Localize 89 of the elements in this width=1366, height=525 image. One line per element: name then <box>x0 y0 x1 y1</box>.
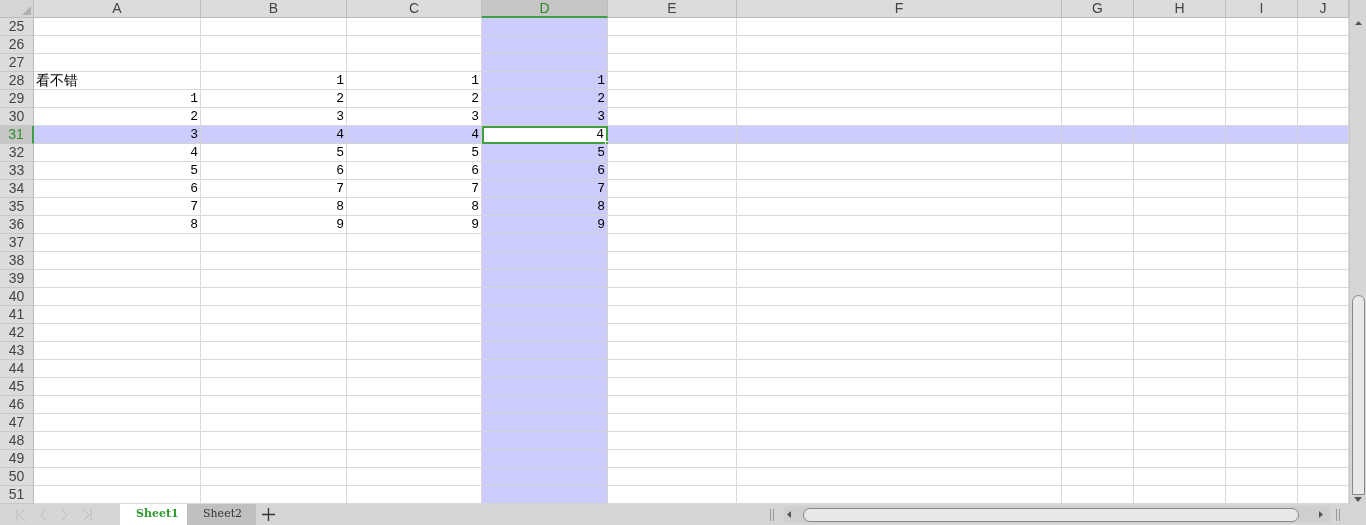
table-cell[interactable]: 9 <box>347 216 482 234</box>
add-sheet-icon[interactable] <box>262 508 275 521</box>
previous-sheet-icon[interactable] <box>40 508 47 521</box>
row-header[interactable]: 46 <box>0 396 34 414</box>
column-header[interactable]: I <box>1226 0 1298 18</box>
table-cell[interactable]: 7 <box>347 180 482 198</box>
next-sheet-icon[interactable] <box>61 508 68 521</box>
table-cell[interactable]: 1 <box>201 72 347 90</box>
column-header[interactable]: C <box>347 0 482 18</box>
table-cell[interactable]: 6 <box>482 162 608 180</box>
table-cell[interactable]: 8 <box>482 198 608 216</box>
table-cell[interactable]: 4 <box>347 126 482 144</box>
row-header[interactable]: 25 <box>0 18 34 36</box>
table-cell[interactable]: 7 <box>201 180 347 198</box>
scroll-left-arrow-icon[interactable] <box>787 511 791 518</box>
table-cell[interactable]: 3 <box>347 108 482 126</box>
splitter-handle-icon[interactable] <box>770 508 774 521</box>
row-header[interactable]: 51 <box>0 486 34 504</box>
row-header[interactable]: 50 <box>0 468 34 486</box>
row-header[interactable]: 40 <box>0 288 34 306</box>
select-all-icon[interactable] <box>22 6 31 15</box>
table-cell[interactable]: 1 <box>482 72 608 90</box>
table-cell[interactable]: 3 <box>34 126 201 144</box>
table-cell[interactable]: 4 <box>201 126 347 144</box>
scroll-right-arrow-icon[interactable] <box>1319 511 1323 518</box>
table-cell[interactable]: 2 <box>34 108 201 126</box>
sheet-tab[interactable]: Sheet1 <box>120 504 187 525</box>
sheet-tab[interactable]: Sheet2 <box>187 504 256 525</box>
table-cell[interactable]: 5 <box>347 144 482 162</box>
column-header[interactable]: E <box>608 0 737 18</box>
row-header[interactable]: 36 <box>0 216 34 234</box>
table-cell[interactable]: 2 <box>347 90 482 108</box>
splitter-handle-icon[interactable] <box>1336 508 1340 521</box>
row-header[interactable]: 35 <box>0 198 34 216</box>
table-cell[interactable]: 2 <box>482 90 608 108</box>
scroll-up-arrow-icon[interactable] <box>1354 21 1362 25</box>
row-header[interactable]: 30 <box>0 108 34 126</box>
table-cell[interactable]: 5 <box>201 144 347 162</box>
row-header[interactable]: 45 <box>0 378 34 396</box>
table-cell[interactable]: 6 <box>34 180 201 198</box>
row-header[interactable]: 32 <box>0 144 34 162</box>
horizontal-scrollbar[interactable] <box>784 506 1330 523</box>
table-cell[interactable]: 9 <box>482 216 608 234</box>
table-cell[interactable]: 2 <box>201 90 347 108</box>
row-header[interactable]: 34 <box>0 180 34 198</box>
last-sheet-icon[interactable] <box>82 508 92 521</box>
row-header[interactable]: 41 <box>0 306 34 324</box>
table-cell[interactable]: 3 <box>201 108 347 126</box>
table-cell[interactable]: 8 <box>201 198 347 216</box>
table-cell[interactable]: 4 <box>34 144 201 162</box>
table-cell[interactable]: 5 <box>34 162 201 180</box>
vertical-scrollbar[interactable] <box>1349 0 1366 504</box>
table-cell[interactable]: 4 <box>482 126 608 144</box>
table-cell[interactable]: 5 <box>482 144 608 162</box>
table-cell[interactable]: 3 <box>482 108 608 126</box>
row-header[interactable]: 43 <box>0 342 34 360</box>
row-header[interactable]: 49 <box>0 450 34 468</box>
row-header[interactable]: 47 <box>0 414 34 432</box>
row-header[interactable]: 26 <box>0 36 34 54</box>
row-header[interactable]: 38 <box>0 252 34 270</box>
row-header[interactable]: 37 <box>0 234 34 252</box>
row-header[interactable]: 33 <box>0 162 34 180</box>
scroll-thumb[interactable] <box>803 507 1299 522</box>
column-header[interactable]: G <box>1062 0 1134 18</box>
row-header[interactable]: 48 <box>0 432 34 450</box>
table-cell[interactable]: 7 <box>482 180 608 198</box>
table-cell[interactable]: 1 <box>34 90 201 108</box>
table-cell[interactable]: 9 <box>201 216 347 234</box>
first-sheet-icon[interactable] <box>16 508 26 521</box>
column-header[interactable]: H <box>1134 0 1226 18</box>
column-header[interactable]: F <box>737 0 1062 18</box>
row-header[interactable]: 27 <box>0 54 34 72</box>
table-cell[interactable]: 1 <box>347 72 482 90</box>
row-header[interactable]: 29 <box>0 90 34 108</box>
table-cell[interactable]: 7 <box>34 198 201 216</box>
column-header[interactable]: A <box>34 0 201 18</box>
row-header[interactable]: 28 <box>0 72 34 90</box>
row-header[interactable]: 44 <box>0 360 34 378</box>
table-cell[interactable]: 6 <box>347 162 482 180</box>
column-header[interactable]: J <box>1298 0 1349 18</box>
scroll-down-arrow-icon[interactable] <box>1354 497 1362 502</box>
table-cell[interactable]: 看不错 <box>34 72 201 90</box>
table-cell[interactable]: 8 <box>34 216 201 234</box>
table-cell[interactable]: 6 <box>201 162 347 180</box>
row-header[interactable]: 42 <box>0 324 34 342</box>
column-header[interactable]: B <box>201 0 347 18</box>
scroll-thumb[interactable] <box>1351 295 1365 495</box>
row-header[interactable]: 39 <box>0 270 34 288</box>
table-cell[interactable]: 8 <box>347 198 482 216</box>
